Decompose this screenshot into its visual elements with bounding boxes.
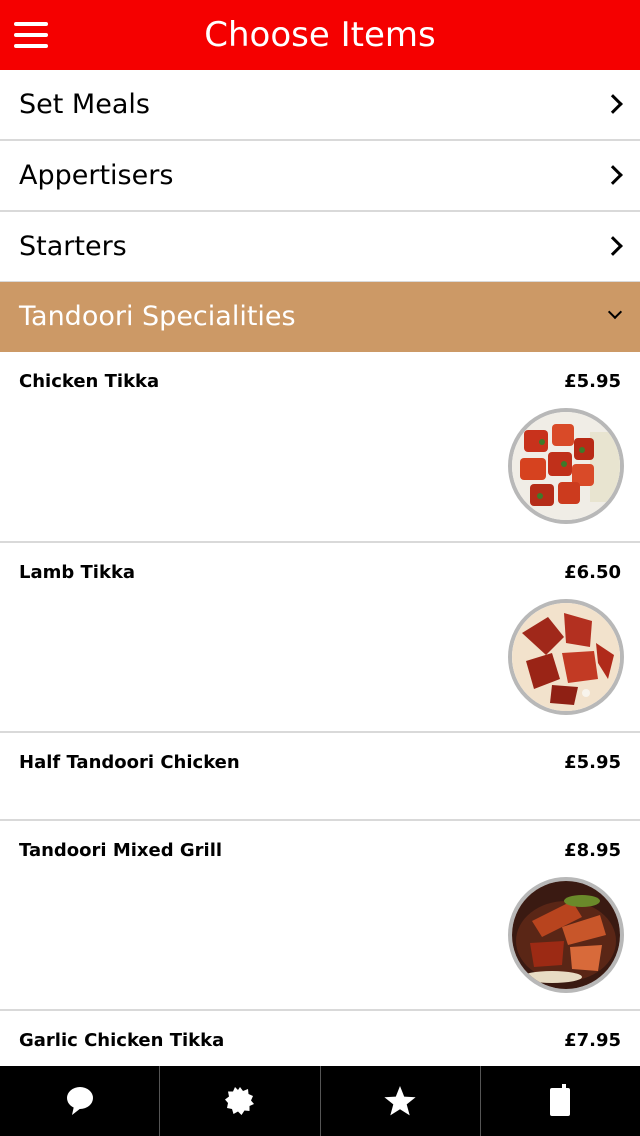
item-price: £5.95 <box>564 371 621 392</box>
chevron-right-icon <box>603 236 623 256</box>
bottom-tab-bar <box>0 1066 640 1136</box>
category-label: Appertisers <box>19 160 174 191</box>
chevron-right-icon <box>603 94 623 114</box>
item-name: Tandoori Mixed Grill <box>19 840 223 861</box>
tab-chat[interactable] <box>0 1066 161 1136</box>
category-starters[interactable]: Starters <box>0 212 640 283</box>
category-label: Tandoori Specialities <box>19 301 296 332</box>
category-set-meals[interactable]: Set Meals <box>0 70 640 141</box>
phone-icon <box>550 1084 571 1116</box>
category-label: Starters <box>19 231 127 262</box>
menu-item[interactable]: Lamb Tikka £6.50 <box>0 543 640 733</box>
chevron-right-icon <box>603 165 623 185</box>
page-title: Choose Items <box>204 15 436 55</box>
food-photo <box>508 599 624 715</box>
item-price: £8.95 <box>564 840 621 861</box>
item-name: Half Tandoori Chicken <box>19 752 240 773</box>
tab-favourites[interactable] <box>321 1066 481 1136</box>
menu-item[interactable]: Half Tandoori Chicken £5.95 <box>0 733 640 821</box>
star-icon <box>384 1086 416 1116</box>
menu-item[interactable]: Chicken Tikka £5.95 <box>0 352 640 543</box>
item-name: Chicken Tikka <box>19 371 160 392</box>
tab-offers[interactable] <box>160 1066 321 1136</box>
food-photo <box>508 877 624 993</box>
food-photo <box>508 408 624 524</box>
category-appertisers[interactable]: Appertisers <box>0 141 640 212</box>
category-tandoori-specialities[interactable]: Tandoori Specialities <box>0 282 640 352</box>
app-header: Choose Items <box>0 0 640 70</box>
category-label: Set Meals <box>19 89 150 120</box>
tab-call[interactable] <box>481 1066 640 1136</box>
speech-bubble-icon <box>66 1087 93 1115</box>
menu-item[interactable]: Tandoori Mixed Grill £8.95 <box>0 821 640 1011</box>
item-name: Lamb Tikka <box>19 562 136 583</box>
item-name: Garlic Chicken Tikka <box>19 1030 225 1051</box>
badge-icon <box>224 1087 254 1115</box>
item-price: £5.95 <box>564 752 621 773</box>
chevron-down-icon <box>607 304 623 320</box>
item-price: £7.95 <box>564 1030 621 1051</box>
item-price: £6.50 <box>564 562 621 583</box>
